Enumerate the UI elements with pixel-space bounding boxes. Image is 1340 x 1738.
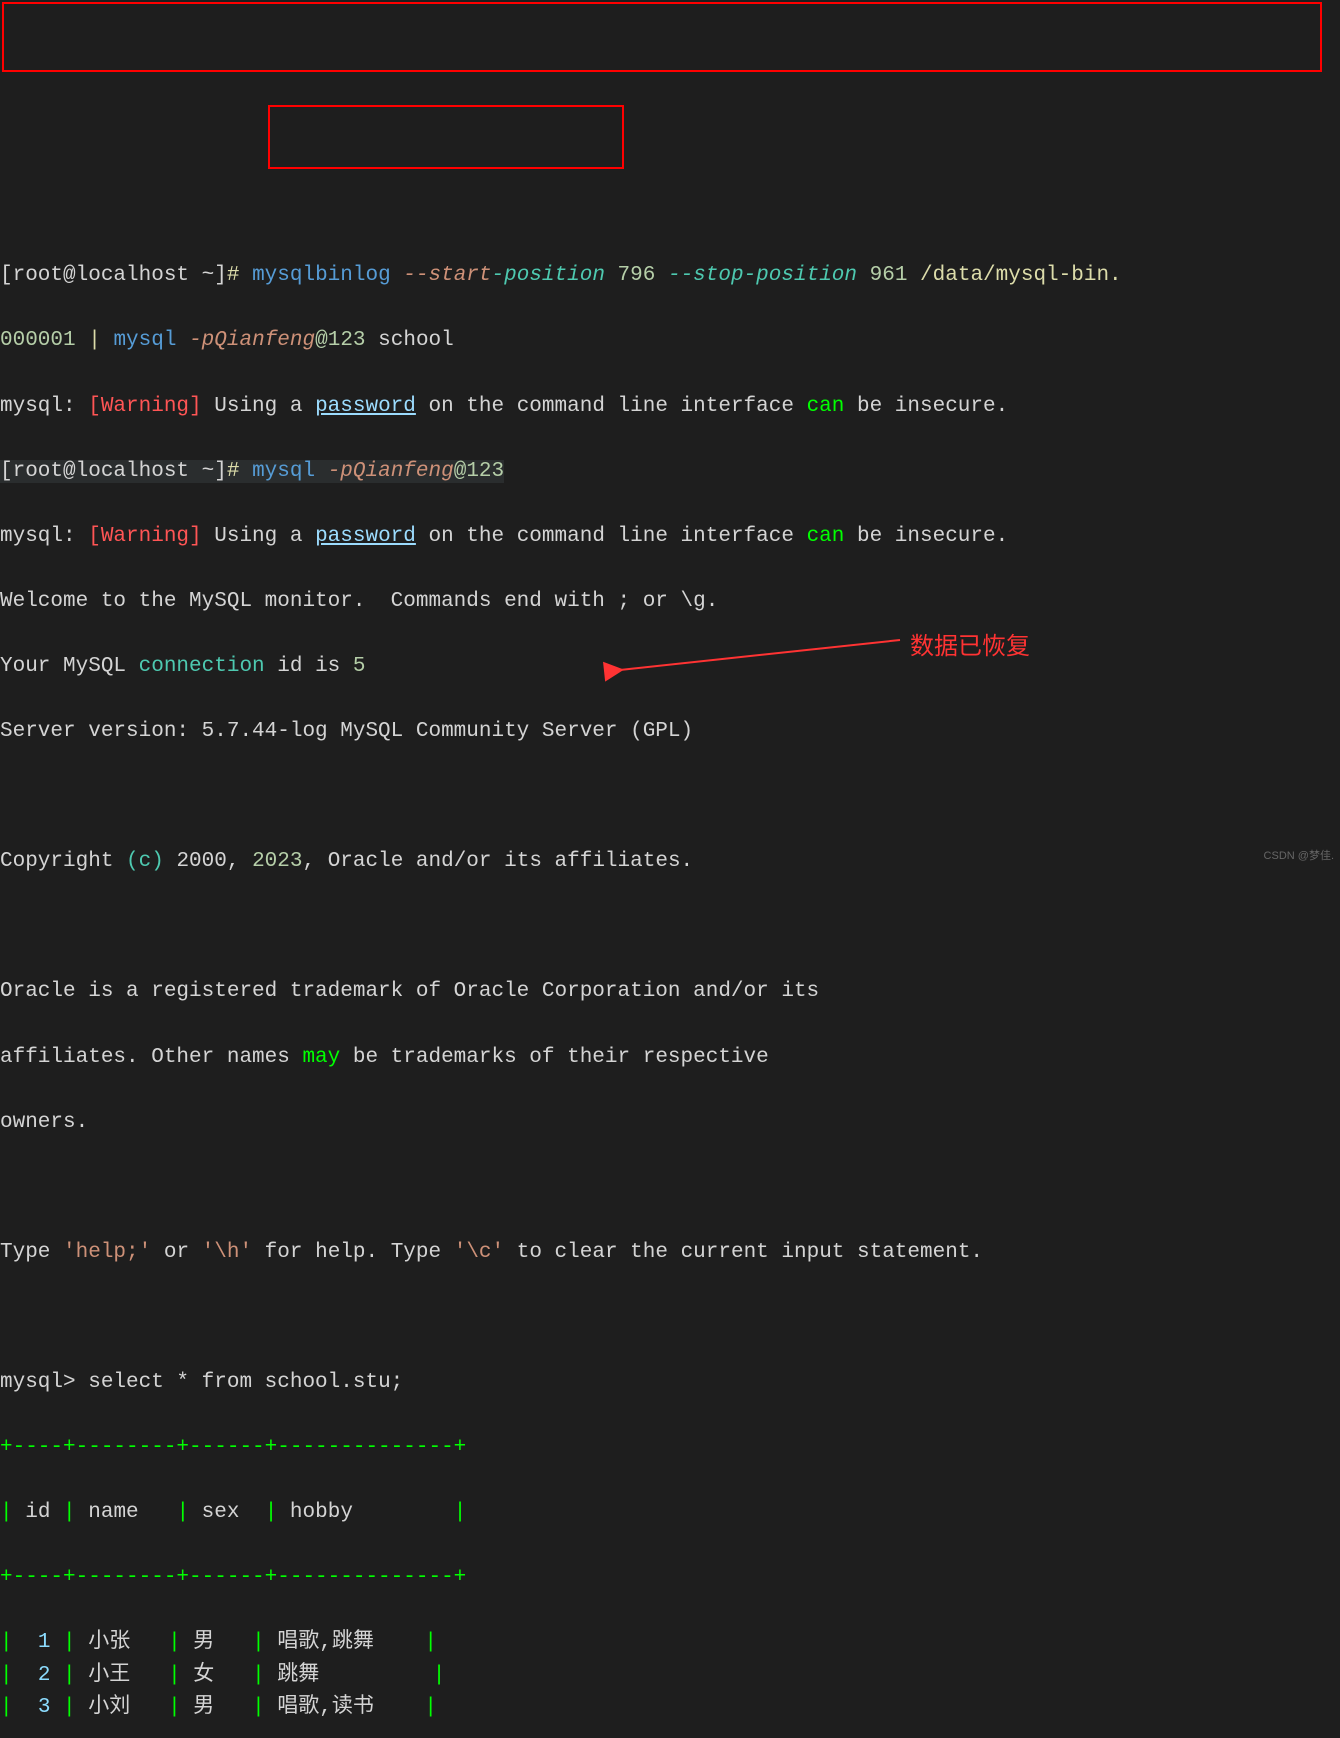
or2a: affiliates. Other names <box>0 1046 302 1069</box>
copyright-line: Copyright (c) 2000, 2023, Oracle and/or … <box>0 846 1340 879</box>
stop-val: 961 <box>870 264 908 287</box>
prompt-user-host: [root@localhost ~] <box>0 264 227 287</box>
c-str: '\c' <box>454 1241 504 1264</box>
warning-line-1: mysql: [Warning] Using a password on the… <box>0 391 1340 424</box>
oracle-line-2: affiliates. Other names may be trademark… <box>0 1042 1340 1075</box>
prompt-user-host-2: [root@localhost ~] <box>0 460 227 483</box>
mysql-cmd-2: mysql <box>252 460 315 483</box>
mysql-prompt: mysql> <box>0 1371 88 1394</box>
file-number: 000001 <box>0 329 76 352</box>
warn-be: be <box>844 395 894 418</box>
cr-e: , Oracle and/or its affiliates. <box>302 850 693 873</box>
highlight-box-2 <box>268 105 624 169</box>
can-word-2: can <box>807 525 845 548</box>
cr-d: 2023 <box>252 850 302 873</box>
help-line: Type 'help;' or '\h' for help. Type '\c'… <box>0 1237 1340 1270</box>
connection-word: connection <box>139 655 265 678</box>
command-line-2: [root@localhost ~]# mysql -pQianfeng@123 <box>0 456 1340 489</box>
prompt-hash-2: # <box>227 460 240 483</box>
server-version-line: Server version: 5.7.44-log MySQL Communi… <box>0 716 1340 749</box>
help-str: 'help;' <box>63 1241 151 1264</box>
w2c: id is <box>265 655 353 678</box>
table-row: | 1 | 小张 | 男 | 唱歌,跳舞 | <box>0 1627 1340 1660</box>
warn2-prefix: mysql: <box>0 525 88 548</box>
start-opt: --start <box>403 264 491 287</box>
h-g: to clear the current input statement. <box>504 1241 983 1264</box>
warn-prefix: mysql: <box>0 395 88 418</box>
cr-a: Copyright <box>0 850 126 873</box>
warning-tag: [Warning] <box>88 395 201 418</box>
warn-insecure: insecure. <box>895 395 1008 418</box>
table-row: | 3 | 小刘 | 男 | 唱歌,读书 | <box>0 1692 1340 1725</box>
select-statement: select * from school.stu; <box>88 1371 403 1394</box>
position-opt: -position <box>492 264 605 287</box>
table-sep-top: +----+--------+------+--------------+ <box>0 1432 1340 1465</box>
highlight-box-1 <box>2 2 1322 72</box>
password-word-2: password <box>315 525 416 548</box>
warn-text-2: on the command line interface <box>416 395 807 418</box>
annotation-arrow-icon <box>600 630 920 690</box>
cr-b: (c) <box>126 850 164 873</box>
at-123-2: @123 <box>454 460 504 483</box>
oracle-line-1: Oracle is a registered trademark of Orac… <box>0 976 1340 1009</box>
warn2-insecure: insecure. <box>895 525 1008 548</box>
command-line-1b: 000001 | mysql -pQianfeng@123 school <box>0 325 1340 358</box>
table-body: | 1 | 小张 | 男 | 唱歌,跳舞 || 2 | 小王 | 女 | 跳舞 … <box>0 1627 1340 1725</box>
query-line: mysql> select * from school.stu; <box>0 1367 1340 1400</box>
table-header-row: | id | name | sex | hobby | <box>0 1497 1340 1530</box>
warning-line-2: mysql: [Warning] Using a password on the… <box>0 521 1340 554</box>
password-opt: -pQianfeng <box>189 329 315 352</box>
prompt-hash: # <box>227 264 240 287</box>
oracle-line-3: owners. <box>0 1107 1340 1140</box>
warn2-text-1: Using a <box>202 525 315 548</box>
annotation-text: 数据已恢复 <box>910 628 1030 665</box>
h-e: for help. Type <box>252 1241 454 1264</box>
welcome-line-1: Welcome to the MySQL monitor. Commands e… <box>0 586 1340 619</box>
table-row: | 2 | 小王 | 女 | 跳舞 | <box>0 1660 1340 1693</box>
w2a: Your MySQL <box>0 655 139 678</box>
binlog-path: /data/mysql-bin. <box>920 264 1122 287</box>
table-sep-mid: +----+--------+------+--------------+ <box>0 1562 1340 1595</box>
password-opt-2: -pQianfeng <box>328 460 454 483</box>
at-123: @123 <box>315 329 365 352</box>
cr-c: 2000, <box>164 850 252 873</box>
may-word: may <box>302 1046 340 1069</box>
h-str: '\h' <box>202 1241 252 1264</box>
or2c: be trademarks of their respective <box>340 1046 768 1069</box>
command-line-1: [root@localhost ~]# mysqlbinlog --start-… <box>0 260 1340 293</box>
can-word: can <box>807 395 845 418</box>
pipe-symbol: | <box>88 329 101 352</box>
h-c: or <box>151 1241 201 1264</box>
warning-tag-2: [Warning] <box>88 525 201 548</box>
db-name: school <box>378 329 454 352</box>
password-word: password <box>315 395 416 418</box>
start-val: 796 <box>618 264 656 287</box>
stop-opt: --stop-position <box>668 264 857 287</box>
h-a: Type <box>0 1241 63 1264</box>
mysql-cmd: mysql <box>113 329 176 352</box>
warn2-text-2: on the command line interface <box>416 525 807 548</box>
terminal-content[interactable]: [root@localhost ~]# mysqlbinlog --start-… <box>0 228 1340 1738</box>
mysqlbinlog-cmd: mysqlbinlog <box>252 264 391 287</box>
watermark: CSDN @梦佳. <box>1264 848 1334 865</box>
warn2-be: be <box>844 525 894 548</box>
warn-text-1: Using a <box>202 395 315 418</box>
connection-id: 5 <box>353 655 366 678</box>
